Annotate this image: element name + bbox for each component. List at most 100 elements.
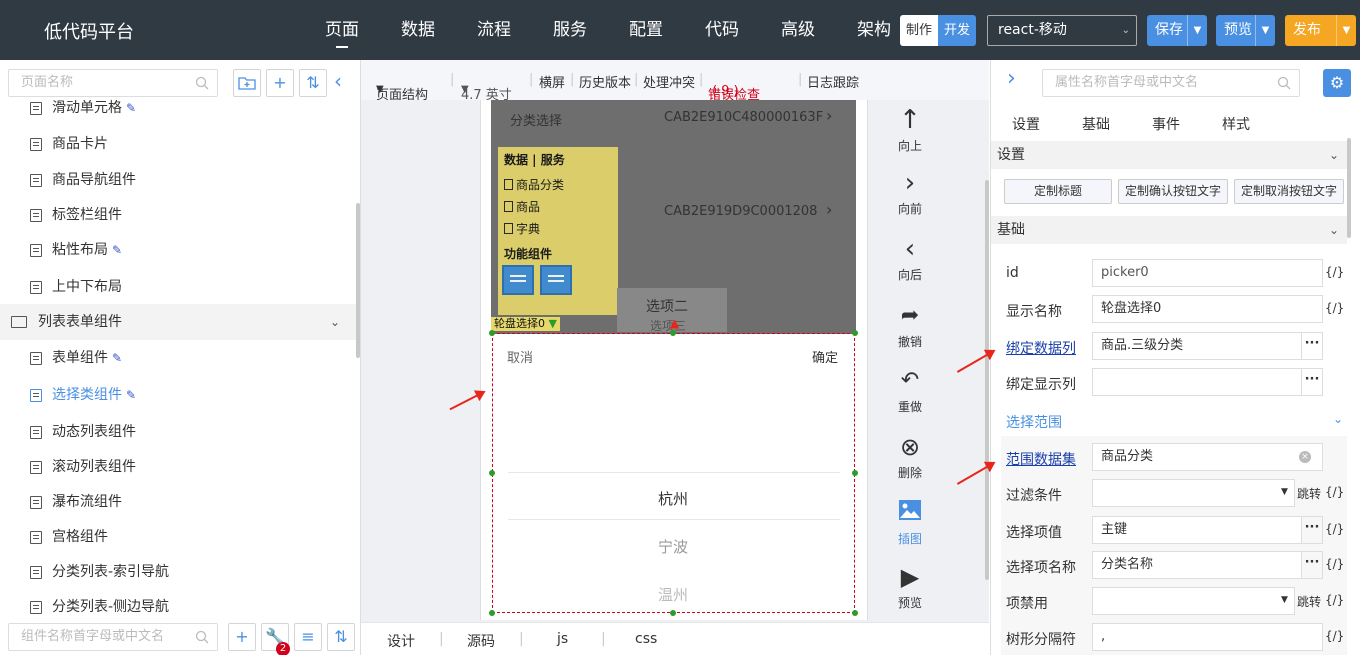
code-icon[interactable]: {/} (1325, 522, 1344, 536)
resize-handle[interactable] (670, 330, 676, 336)
chat-component-icon[interactable] (502, 265, 534, 295)
property-search-input[interactable]: 属性名称首字母或中文名 (1042, 69, 1300, 97)
code-icon[interactable]: {/} (1325, 485, 1344, 499)
resize-handle[interactable] (670, 610, 676, 616)
tab-basic[interactable]: 基础 (1082, 114, 1110, 134)
nav-data[interactable]: 数据 (380, 0, 456, 60)
redo-button[interactable]: ↶ 重做 (888, 364, 932, 415)
move-back-button[interactable]: ‹ 向后 (888, 232, 932, 283)
undo-button[interactable]: ➦ 撤销 (888, 299, 932, 350)
nav-code[interactable]: 代码 (684, 0, 760, 60)
custom-title-button[interactable]: 定制标题 (1004, 179, 1112, 204)
item-disable-select[interactable] (1092, 587, 1295, 615)
bind-column-input[interactable]: 商品.三级分类 (1092, 332, 1302, 360)
tree-item[interactable]: 瀑布流组件 (0, 484, 356, 520)
publish-button[interactable]: 发布 ▼ (1285, 15, 1356, 46)
gear-icon[interactable]: ⚙ (1323, 69, 1351, 97)
more-icon[interactable]: ··· (1301, 332, 1323, 360)
pencil-icon[interactable]: ✎ (126, 101, 136, 115)
save-button[interactable]: 保存 ▼ (1147, 15, 1207, 46)
pencil-icon[interactable]: ✎ (126, 388, 136, 402)
picker-option[interactable]: 杭州 (658, 488, 688, 509)
delete-button[interactable]: ⊗ 删除 (888, 430, 932, 481)
component-tag[interactable]: 轮盘选择0 ▼ (491, 317, 560, 331)
chevron-down-icon[interactable]: ⌄ (330, 304, 340, 340)
data-item[interactable]: 商品分类 (504, 176, 564, 193)
expand-right-icon[interactable]: › (1007, 66, 1016, 91)
custom-confirm-text-button[interactable]: 定制确认按钮文字 (1118, 179, 1228, 204)
display-name-input[interactable]: 轮盘选择0 (1092, 295, 1323, 323)
resize-handle[interactable] (852, 610, 858, 616)
log-button[interactable]: 日志跟踪 (807, 72, 859, 91)
property-scrollbar[interactable] (1347, 138, 1351, 238)
tree-item[interactable]: 宫格组件 (0, 519, 356, 555)
nav-flow[interactable]: 流程 (456, 0, 532, 60)
tab-styles[interactable]: 样式 (1222, 114, 1250, 134)
resize-handle[interactable] (489, 330, 495, 336)
canvas-scrollbar[interactable] (985, 180, 989, 580)
conflict-button[interactable]: 处理冲突 (643, 72, 695, 91)
preview-action-button[interactable]: ▶ 预览 (888, 560, 932, 611)
left-scrollbar[interactable] (356, 203, 360, 358)
tab-source[interactable]: 源码 (467, 631, 495, 651)
mode-dev[interactable]: 开发 (938, 15, 976, 46)
tree-item[interactable]: 分类列表-索引导航 (0, 554, 356, 590)
resize-handle[interactable] (489, 610, 495, 616)
tab-design[interactable]: 设计 (387, 631, 415, 651)
resize-handle[interactable] (489, 470, 495, 476)
selected-picker-component[interactable] (492, 333, 855, 613)
code-icon[interactable]: {/} (1325, 557, 1344, 571)
caret-down-icon[interactable]: ▼ (1187, 15, 1207, 46)
section-settings[interactable]: 设置 ⌄ (991, 141, 1347, 169)
env-select[interactable]: react-移动 ⌄ (987, 15, 1137, 46)
picker-option[interactable]: 温州 (658, 584, 688, 605)
history-button[interactable]: 历史版本 (579, 72, 631, 91)
jump-link[interactable]: 跳转 (1297, 485, 1321, 502)
caret-down-icon[interactable]: ▼ (1336, 15, 1356, 46)
tree-item[interactable]: 商品导航组件 (0, 162, 356, 198)
preview-button[interactable]: 预览 ▼ (1216, 15, 1275, 46)
section-basic[interactable]: 基础 ⌄ (991, 216, 1347, 244)
custom-cancel-text-button[interactable]: 定制取消按钮文字 (1234, 179, 1344, 204)
add-component-button[interactable]: + (228, 623, 256, 651)
nav-config[interactable]: 配置 (608, 0, 684, 60)
code-icon[interactable]: {/} (1325, 301, 1344, 315)
resize-handle[interactable] (852, 330, 858, 336)
tab-js[interactable]: js (557, 631, 568, 647)
tree-item[interactable]: 标签栏组件 (0, 197, 356, 233)
bind-column-label[interactable]: 绑定数据列 (1006, 338, 1076, 358)
range-dataset-label[interactable]: 范围数据集 (1006, 449, 1076, 469)
chat-component-icon[interactable] (540, 265, 572, 295)
component-search-input[interactable]: 组件名称首字母或中文名 (8, 623, 218, 651)
tree-item[interactable]: 滑动单元格 ✎ (0, 90, 356, 126)
code-icon[interactable]: {/} (1325, 629, 1344, 643)
picker-cancel-button[interactable]: 取消 (507, 347, 533, 366)
data-item[interactable]: 商品 (504, 198, 540, 215)
tree-group[interactable]: 列表表单组件 ⌄ (0, 304, 356, 340)
picker-confirm-button[interactable]: 确定 (812, 347, 838, 366)
bind-display-input[interactable] (1092, 368, 1302, 396)
sort-component-button[interactable]: ⇅ (327, 623, 355, 651)
tab-settings[interactable]: 设置 (1012, 114, 1040, 134)
tree-separator-input[interactable]: , (1092, 623, 1323, 651)
tree-item[interactable]: 粘性布局 ✎ (0, 232, 356, 268)
chevron-down-icon[interactable]: ⌄ (1333, 412, 1343, 426)
nav-advanced[interactable]: 高级 (760, 0, 836, 60)
tree-item[interactable]: 分类列表-侧边导航 (0, 589, 356, 616)
jump-link[interactable]: 跳转 (1297, 593, 1321, 610)
tree-item[interactable]: 表单组件 ✎ (0, 340, 356, 376)
mode-make[interactable]: 制作 (900, 15, 938, 46)
nav-page[interactable]: 页面 (304, 0, 380, 60)
tree-item[interactable]: 上中下布局 (0, 269, 356, 305)
more-icon[interactable]: ··· (1301, 368, 1323, 396)
range-dataset-input[interactable]: 商品分类 (1092, 443, 1323, 471)
insert-image-button[interactable]: 插图 (888, 496, 932, 547)
picker-option[interactable]: 宁波 (658, 536, 688, 557)
landscape-button[interactable]: 横屏 (539, 72, 565, 91)
list-indent-button[interactable]: ≡ (294, 623, 322, 651)
move-forward-button[interactable]: › 向前 (888, 166, 932, 217)
code-icon[interactable]: {/} (1325, 593, 1344, 607)
id-input[interactable]: picker0 (1092, 259, 1323, 287)
tab-css[interactable]: css (635, 631, 657, 647)
option-name-input[interactable]: 分类名称 (1092, 551, 1302, 579)
